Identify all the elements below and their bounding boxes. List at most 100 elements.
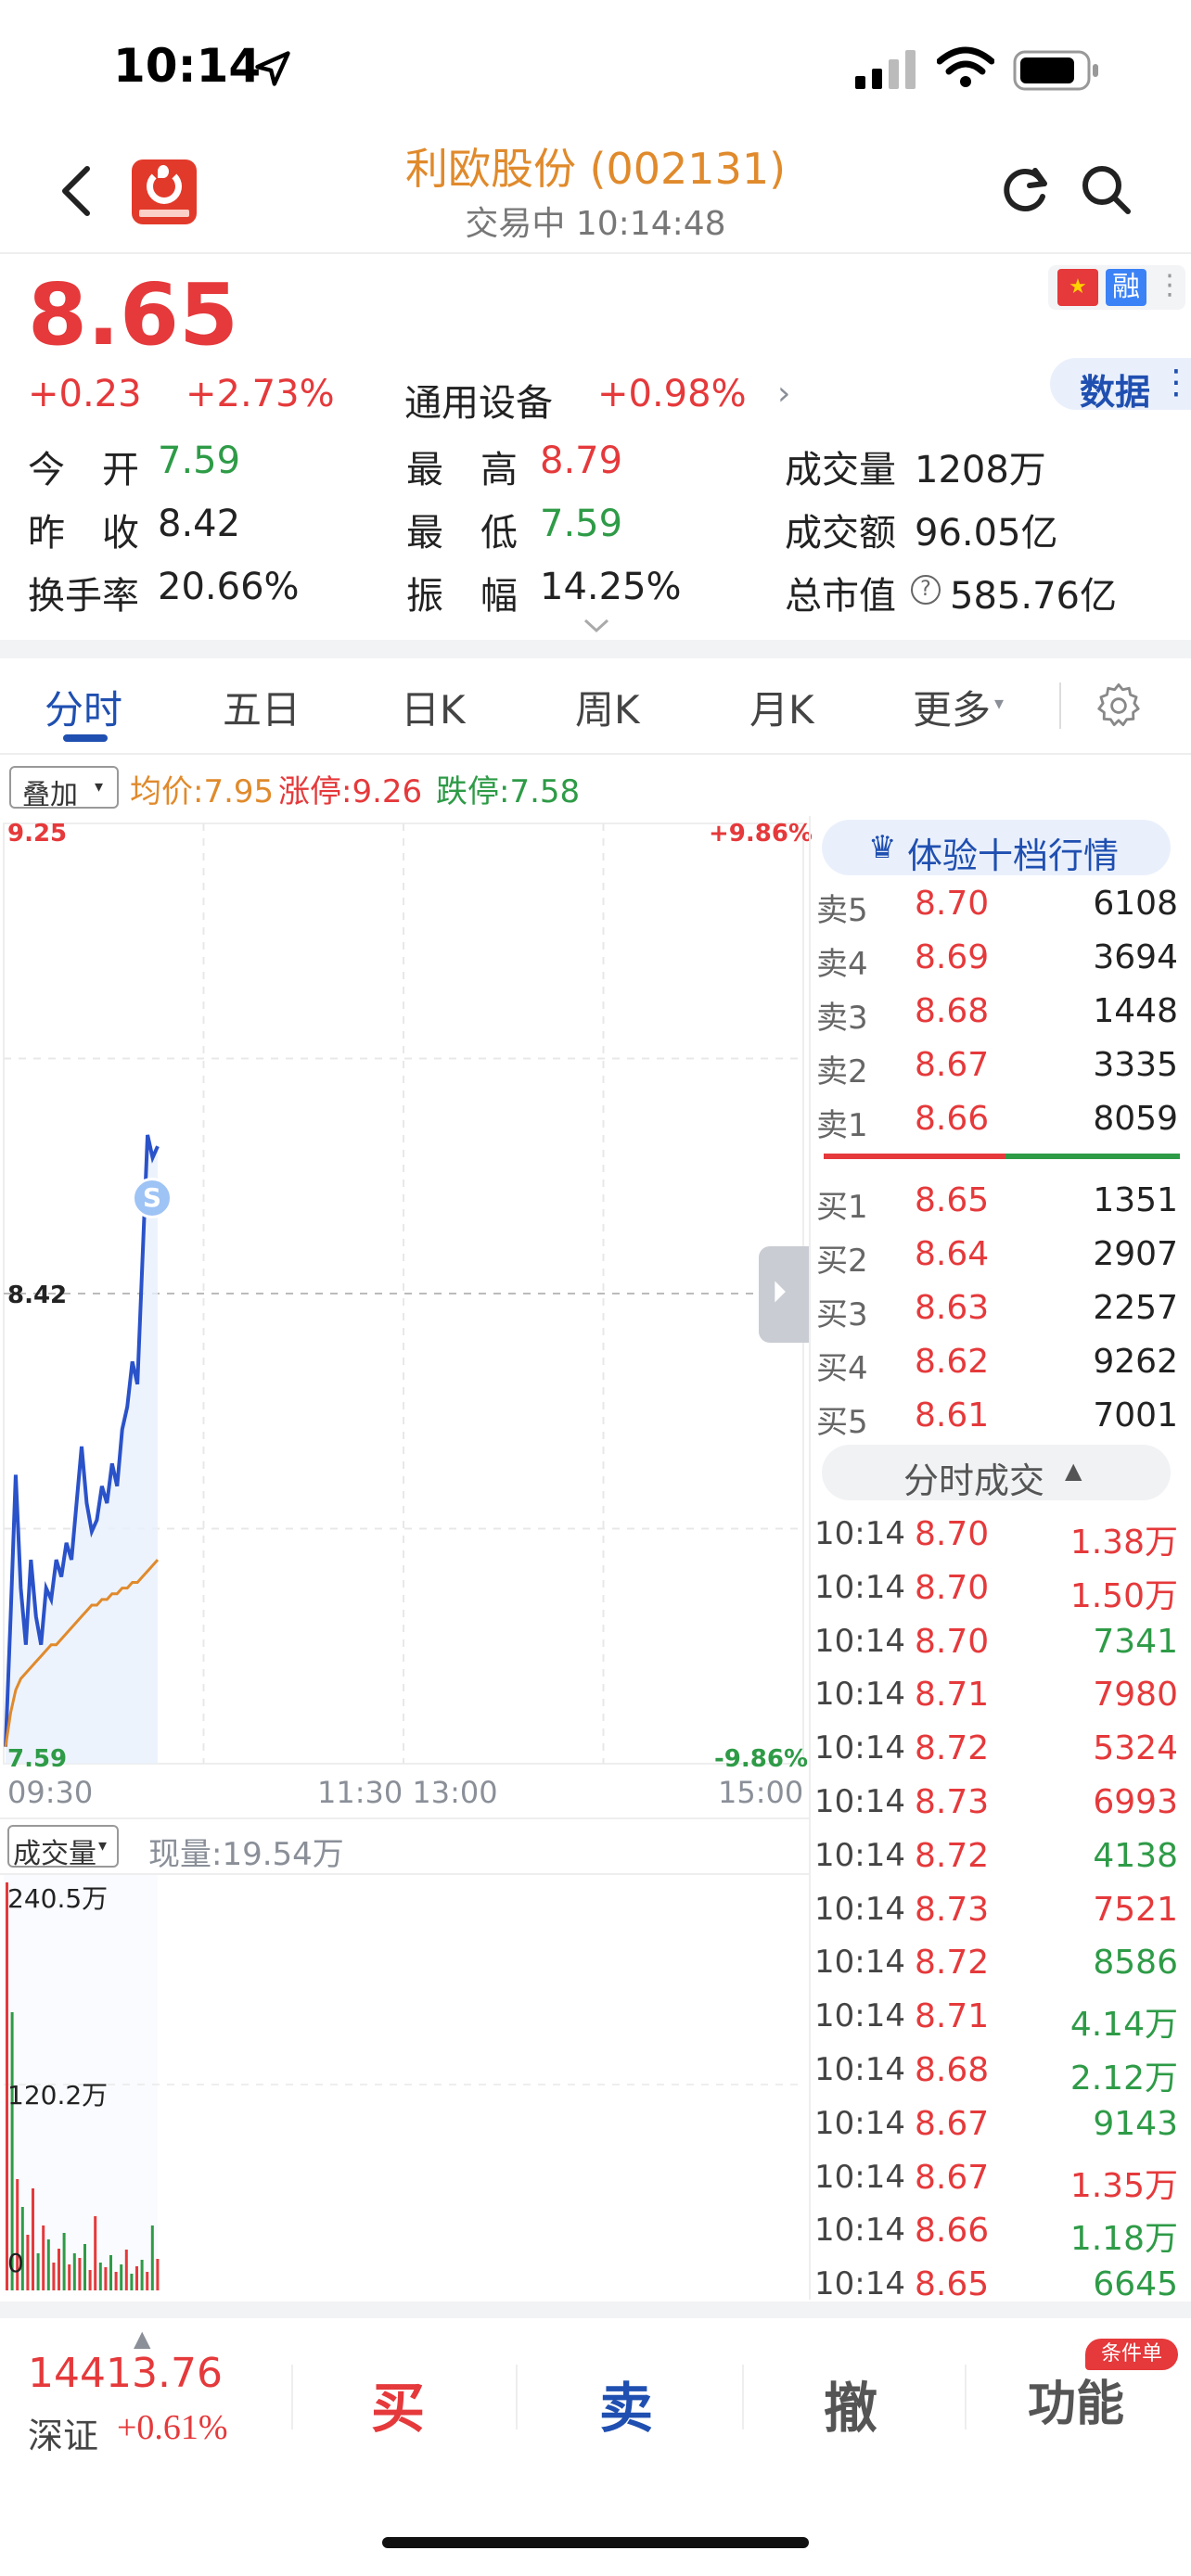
trade-price: 8.72	[915, 1729, 990, 1768]
ask-row[interactable]: 卖3 8.68 1448	[811, 987, 1191, 1040]
level10-label: 体验十档行情	[907, 835, 1120, 876]
bottom-sep	[516, 2365, 518, 2429]
bid-row[interactable]: 买4 8.62 9262	[811, 1337, 1191, 1391]
home-indicator[interactable]	[382, 2537, 809, 2548]
tab-monthly-k[interactable]: 月K	[749, 679, 814, 735]
volume-bar	[36, 2253, 40, 2290]
trade-volume: 2.12万	[1069, 2060, 1178, 2098]
chart-y-mid-label: 8.42	[7, 1282, 68, 1309]
limit-down-legend: 跌停:7.58	[436, 773, 581, 810]
buy-button[interactable]: 买	[371, 2365, 425, 2442]
limit-up-legend: 涨停:9.26	[278, 773, 423, 810]
crown-icon: ♛	[868, 829, 897, 866]
trade-price: 8.68	[915, 2051, 990, 2089]
trade-time: 10:14	[814, 1944, 905, 1982]
search-icon[interactable]	[1080, 163, 1132, 215]
overlay-dropdown[interactable]: 叠加 ▾	[9, 766, 119, 811]
signal-marker[interactable]: S	[132, 1178, 173, 1218]
bid-row[interactable]: 买1 8.65 1351	[811, 1176, 1191, 1230]
book-level-label: 买5	[816, 1404, 868, 1441]
intraday-price-chart[interactable]	[0, 816, 809, 1771]
trade-price: 8.70	[915, 1515, 990, 1553]
data-button[interactable]: 数据 ⋮	[1050, 358, 1191, 413]
current-volume: 现量:19.54万	[148, 1836, 344, 1873]
volume-dropdown[interactable]: 成交量 ▾	[7, 1825, 119, 1870]
bid-row[interactable]: 买3 8.63 2257	[811, 1283, 1191, 1337]
ask-row[interactable]: 卖4 8.69 3694	[811, 933, 1191, 987]
chart-pct-bottom-label: -9.86%	[714, 1745, 808, 1773]
expand-chevron-icon[interactable]	[583, 618, 610, 634]
volume-bar	[42, 2225, 45, 2290]
chart-pct-top-label: +9.86%	[709, 820, 813, 848]
index-value[interactable]: 14413.76	[28, 2350, 223, 2397]
trade-volume: 1.18万	[1069, 2220, 1178, 2259]
stat-label: 今 开	[28, 449, 139, 491]
help-icon[interactable]: ?	[911, 575, 941, 605]
volume-bar	[120, 2264, 123, 2290]
book-level-label: 卖1	[816, 1107, 868, 1144]
ask-row[interactable]: 卖5 8.70 6108	[811, 879, 1191, 933]
ask-row[interactable]: 卖1 8.66 8059	[811, 1094, 1191, 1148]
ask-row[interactable]: 卖2 8.67 3335	[811, 1040, 1191, 1094]
trade-price: 8.66	[915, 2212, 990, 2251]
tab-5day[interactable]: 五日	[223, 679, 301, 735]
tab-daily-k[interactable]: 日K	[401, 679, 466, 735]
stat-value: 14.25%	[540, 566, 682, 608]
book-price: 8.62	[915, 1343, 990, 1381]
signal-marker-label: S	[142, 1182, 162, 1213]
tab-more[interactable]: 更多	[913, 679, 991, 735]
trade-price: 8.67	[915, 2158, 990, 2197]
bid-row[interactable]: 买5 8.61 7001	[811, 1391, 1191, 1445]
cancel-button[interactable]: 撤	[824, 2365, 877, 2442]
volume-bar	[78, 2258, 82, 2290]
trade-time: 10:14	[814, 1568, 905, 1606]
trade-time: 10:14	[814, 2212, 905, 2250]
volume-bar	[58, 2249, 60, 2290]
conditional-order-badge-label: 条件单	[1100, 2342, 1162, 2366]
trade-row: 10:14 8.66 1.18万	[811, 2206, 1191, 2258]
volume-bar	[62, 2233, 66, 2290]
sell-button[interactable]: 卖	[599, 2365, 653, 2442]
data-button-label: 数据	[1080, 372, 1151, 413]
book-qty: 3694	[1093, 938, 1178, 976]
trade-time: 10:14	[814, 1890, 905, 1928]
book-price: 8.69	[915, 938, 990, 976]
stat-value: 585.76亿	[950, 575, 1117, 618]
stat-value: 7.59	[540, 503, 623, 545]
price-change: +0.23	[28, 373, 142, 415]
panel-collapse-handle[interactable]: ⏵	[759, 1246, 809, 1343]
sector-name[interactable]: 通用设备	[404, 373, 553, 427]
volume-bar	[32, 2188, 34, 2290]
index-name: 深证	[28, 2416, 99, 2456]
stat-value: 7.59	[158, 440, 241, 482]
trade-volume: 1.35万	[1069, 2166, 1178, 2205]
book-qty: 9262	[1093, 1343, 1178, 1381]
refresh-icon[interactable]	[1000, 163, 1052, 215]
volume-bar	[98, 2263, 102, 2290]
trade-price: 8.73	[915, 1783, 990, 1821]
trade-row: 10:14 8.67 1.35万	[811, 2153, 1191, 2205]
tab-active-indicator	[63, 734, 108, 742]
settings-gear-icon[interactable]	[1095, 681, 1143, 729]
bid-ask-split-bar-green	[1005, 1154, 1180, 1159]
conditional-order-badge: 条件单	[1085, 2339, 1178, 2370]
level10-button[interactable]: ♛ 体验十档行情	[822, 820, 1171, 876]
function-button[interactable]: 功能	[1028, 2365, 1124, 2434]
book-qty: 7001	[1093, 1396, 1178, 1435]
volume-bar	[114, 2272, 118, 2290]
tab-weekly-k[interactable]: 周K	[575, 679, 640, 735]
sector-change[interactable]: +0.98%	[597, 373, 747, 415]
volume-dropdown-label: 成交量	[13, 1838, 96, 1870]
sector-chevron-icon[interactable]: ›	[777, 375, 790, 413]
index-expand-caret-icon[interactable]: ▲	[134, 2326, 150, 2352]
trade-row: 10:14 8.72 8586	[811, 1938, 1191, 1990]
tab-intraday[interactable]: 分时	[45, 679, 122, 735]
volume-bar	[52, 2263, 56, 2290]
header-divider	[0, 252, 1191, 254]
more-dots-icon[interactable]: ⋮	[1156, 269, 1184, 301]
trades-toggle[interactable]: 分时成交 ▲	[822, 1445, 1171, 1501]
stat-value: 8.79	[540, 440, 623, 482]
index-change: +0.61%	[117, 2408, 228, 2447]
bid-row[interactable]: 买2 8.64 2907	[811, 1230, 1191, 1283]
volume-bar	[109, 2255, 112, 2290]
